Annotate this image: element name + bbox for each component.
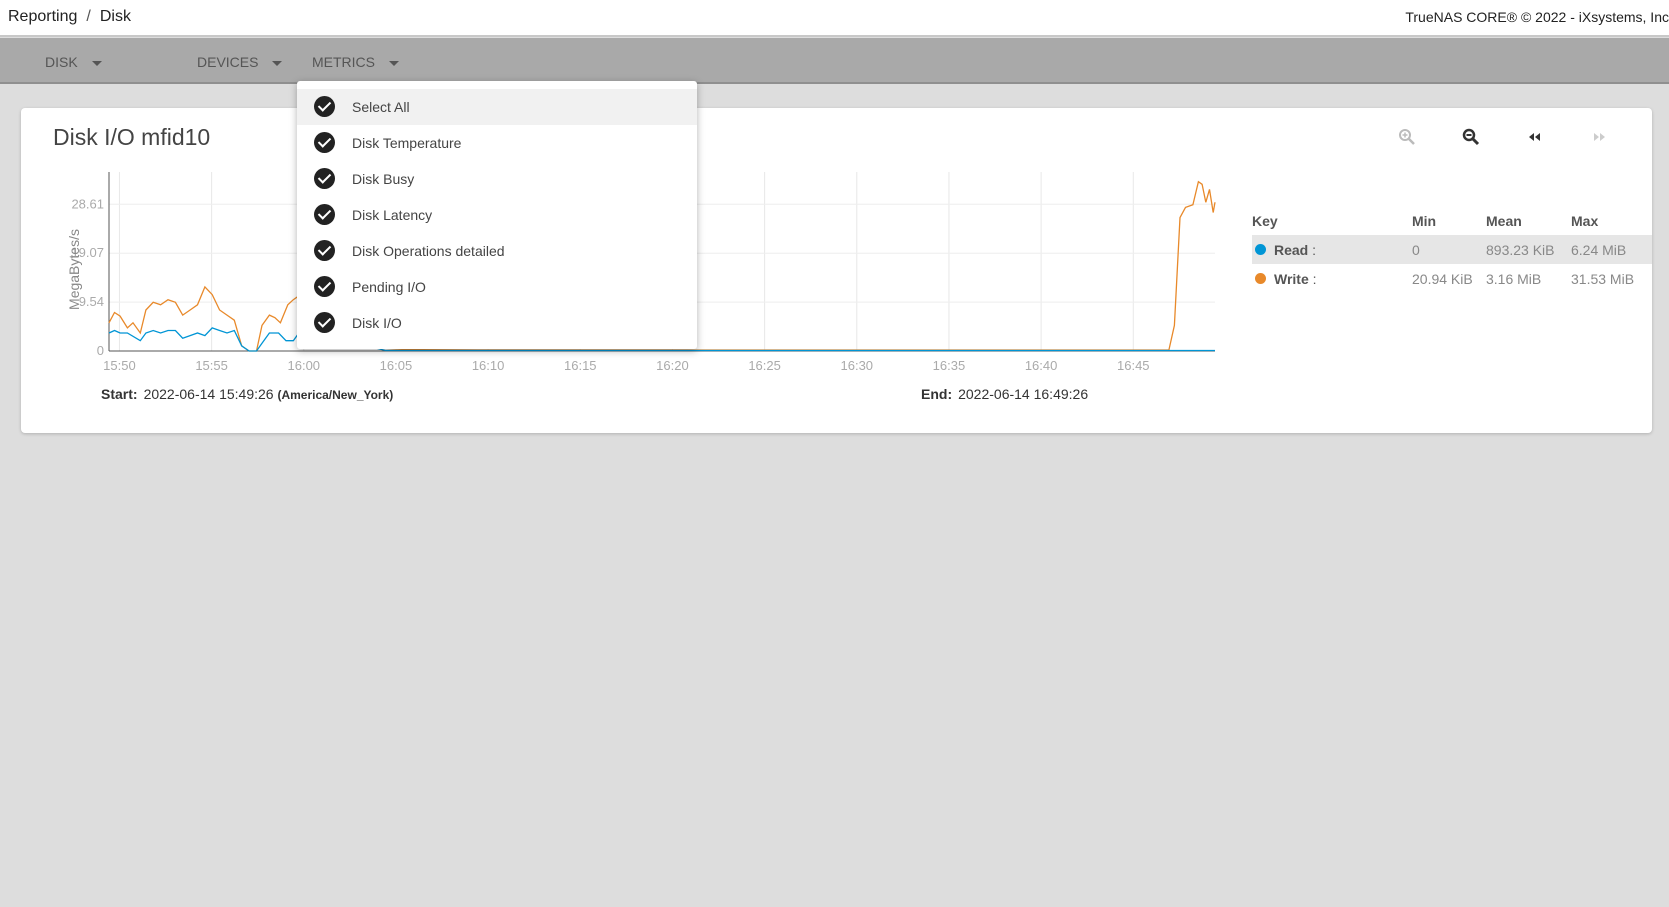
x-tick-label: 16:05 [380,358,413,373]
metrics-menu-item[interactable]: Disk Busy [297,161,697,197]
metrics-menu-item[interactable]: Select All [297,89,697,125]
legend-write-suffix: : [1308,271,1317,287]
x-tick-label: 16:25 [748,358,781,373]
y-tick-label: 0 [97,343,104,358]
x-tick-label: 16:10 [472,358,505,373]
card-title: Disk I/O mfid10 [53,124,211,150]
metrics-dropdown[interactable]: METRICS [312,54,399,70]
metrics-menu-item[interactable]: Disk Operations detailed [297,233,697,269]
fast-forward-icon [1594,133,1605,141]
legend-write-name: Write [1274,271,1309,287]
disk-io-card: Disk I/O mfid10 15:50 15:55 16:00 16:05 16:1… [21,108,1652,433]
breadcrumb-reporting[interactable]: Reporting [8,8,77,25]
metrics-menu-item[interactable]: Pending I/O [297,269,697,305]
checkmark-circle-icon [314,276,335,297]
checkmark-circle-icon [314,312,335,333]
x-tick-label: 16:35 [933,358,966,373]
chevron-down-icon [91,60,102,66]
legend-header: Key Min Mean Max [1252,206,1652,235]
metrics-menu-item[interactable]: Disk Latency [297,197,697,233]
end-value: 2022-06-14 16:49:26 [958,386,1089,402]
legend-header-min: Min [1412,213,1437,229]
legend-read-suffix: : [1308,242,1317,258]
x-tick-label: 16:45 [1117,358,1150,373]
x-tick-label: 16:40 [1025,358,1058,373]
reporting-toolbar: DISK DEVICES METRICS [0,38,1669,84]
chart-legend: Key Min Mean Max Read : 0 893.23 KiB 6.2… [1252,206,1652,293]
legend-read-max: 6.24 MiB [1571,242,1627,258]
metrics-menu: Select All Disk Temperature Disk Busy Disk … [297,81,697,349]
legend-header-max: Max [1571,213,1599,229]
y-tick-label: 28.61 [71,196,104,211]
x-tick-label: 15:55 [195,358,228,373]
x-tick-label: 16:30 [841,358,874,373]
devices-dropdown-label: DEVICES [197,54,259,70]
read-color-dot [1255,244,1266,255]
checkmark-circle-icon [314,204,335,225]
breadcrumb-separator: / [86,8,91,25]
metrics-menu-item-label: Pending I/O [352,279,426,295]
write-color-dot [1255,273,1266,284]
breadcrumb-disk: Disk [99,8,131,25]
legend-header-mean: Mean [1486,213,1522,229]
disk-dropdown-label: DISK [45,54,78,70]
checkmark-circle-icon [314,240,335,261]
rewind-button[interactable] [1523,128,1547,148]
y-axis-label: MegaBytes/s [66,229,82,310]
checkmark-circle-icon [314,96,335,117]
breadcrumb: Reporting / Disk [8,8,131,26]
legend-read-min: 0 [1412,242,1420,258]
legend-write-mean: 3.16 MiB [1486,271,1542,287]
metrics-menu-item-label: Disk Operations detailed [352,243,505,259]
copyright: TrueNAS CORE® © 2022 - iXsystems, Inc [1405,9,1669,25]
y-tick-label: 9.54 [79,294,104,309]
legend-read-name: Read [1274,242,1309,258]
chevron-down-icon [389,60,399,66]
legend-row-read[interactable]: Read : 0 893.23 KiB 6.24 MiB [1252,235,1652,264]
metrics-dropdown-label: METRICS [312,54,375,70]
range-end: End: 2022-06-14 16:49:26 [921,386,1088,402]
zoom-out-button[interactable] [1459,128,1483,148]
x-tick-label: 15:50 [103,358,136,373]
metrics-menu-item-label: Disk I/O [352,315,402,331]
disk-dropdown[interactable]: DISK [45,54,102,70]
chevron-down-icon [272,60,283,66]
zoom-in-button[interactable] [1395,128,1419,148]
zoom-in-icon [1399,129,1415,145]
fast-forward-button[interactable] [1587,128,1611,148]
legend-header-key: Key [1252,213,1278,229]
checkmark-circle-icon [314,168,335,189]
top-bar: Reporting / Disk TrueNAS CORE® © 2022 - iX… [0,0,1669,37]
legend-write-max: 31.53 MiB [1571,271,1635,287]
end-label: End: [921,386,953,402]
timezone: (America/New_York) [277,388,394,402]
x-tick-label: 16:15 [564,358,597,373]
legend-read-mean: 893.23 KiB [1486,242,1555,258]
rewind-icon [1529,133,1540,141]
zoom-out-icon [1462,128,1480,146]
start-label: Start: [101,386,138,402]
legend-write-min: 20.94 KiB [1412,271,1473,287]
x-tick-label: 16:00 [288,358,321,373]
x-tick-label: 16:20 [656,358,689,373]
legend-row-write[interactable]: Write : 20.94 KiB 3.16 MiB 31.53 MiB [1252,264,1652,293]
range-start: Start: 2022-06-14 15:49:26 (America/New_Y… [101,386,393,402]
checkmark-circle-icon [314,132,335,153]
metrics-menu-item-label: Disk Latency [352,207,433,223]
metrics-menu-item[interactable]: Disk Temperature [297,125,697,161]
metrics-menu-item-label: Disk Temperature [352,135,462,151]
metrics-menu-item-label: Select All [352,99,410,115]
metrics-menu-item-label: Disk Busy [352,171,415,187]
devices-dropdown[interactable]: DEVICES [197,54,283,70]
start-value: 2022-06-14 15:49:26 [143,386,274,402]
metrics-menu-item[interactable]: Disk I/O [297,305,697,341]
